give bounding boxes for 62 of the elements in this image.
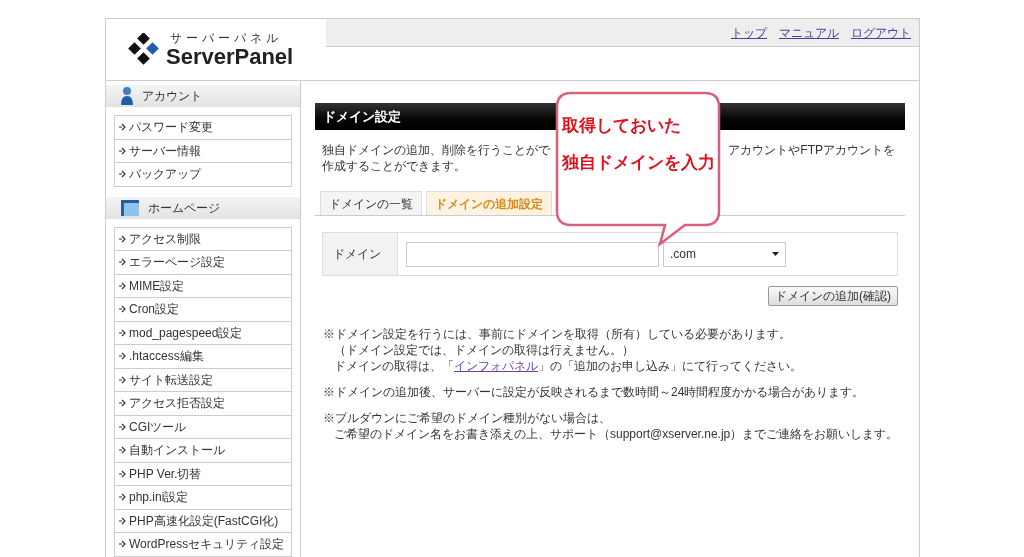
callout-text: 独自ドメインを入力 bbox=[562, 154, 716, 171]
sidebar-item[interactable]: サイト転送設定 bbox=[115, 368, 291, 392]
sidebar-item[interactable]: サーバー情報 bbox=[115, 139, 291, 163]
tab[interactable]: ドメインの一覧 bbox=[320, 191, 422, 215]
description-text: 作成することができます。 bbox=[322, 159, 466, 173]
sidebar-item[interactable]: WordPressセキュリティ設定 bbox=[115, 533, 291, 557]
logo-kana: サーバーパネル bbox=[170, 31, 283, 44]
arrow-icon bbox=[119, 146, 127, 155]
sidebar-item[interactable]: CGIツール bbox=[115, 415, 291, 439]
caret-icon bbox=[772, 252, 779, 256]
arrow-icon bbox=[119, 540, 127, 549]
note-text: ドメインの取得は、「インフォパネル」の「追加のお申し込み」にて行ってください。 bbox=[334, 359, 802, 373]
arrow-icon bbox=[119, 305, 127, 314]
info-panel-link[interactable]: インフォパネル bbox=[454, 359, 538, 373]
arrow-icon bbox=[119, 352, 127, 361]
arrow-icon bbox=[119, 446, 127, 455]
note-text: ※プルダウンにご希望のドメイン種別がない場合は、 bbox=[323, 411, 611, 425]
sidebar-item[interactable]: mod_pagespeed設定 bbox=[115, 321, 291, 345]
sidebar-item[interactable]: バックアップ bbox=[115, 163, 291, 187]
page-icon bbox=[120, 198, 140, 217]
sidebar-item[interactable]: パスワード変更 bbox=[115, 116, 291, 140]
arrow-icon bbox=[119, 516, 127, 525]
note-text: ご希望のドメイン名をお書き添えの上、サポート（support@xserver.ne.jp）までご連絡をお願いします。 bbox=[334, 427, 899, 441]
sidebar-item[interactable]: アクセス制限 bbox=[115, 227, 291, 251]
nav-link[interactable]: マニュアル bbox=[779, 23, 839, 42]
arrow-icon bbox=[119, 399, 127, 408]
sidebar-item[interactable]: Cron設定 bbox=[115, 298, 291, 322]
field-label: ドメイン bbox=[323, 233, 398, 275]
arrow-icon bbox=[119, 328, 127, 337]
note-text: ※ドメインの追加後、サーバーに設定が反映されるまで数時間～24時間程度かかる場合があります。 bbox=[323, 385, 865, 399]
sidebar-item[interactable]: MIME設定 bbox=[115, 274, 291, 298]
sidebar-item[interactable]: PHP Ver.切替 bbox=[115, 462, 291, 486]
arrow-icon bbox=[119, 422, 127, 431]
sidebar-item[interactable]: PHP高速化設定(FastCGI化) bbox=[115, 509, 291, 533]
arrow-icon bbox=[119, 170, 127, 179]
note-text: ※ドメイン設定を行うには、事前にドメインを取得（所有）している必要があります。 bbox=[323, 327, 791, 341]
logo-icon bbox=[126, 32, 160, 67]
arrow-icon bbox=[119, 234, 127, 243]
add-domain-button[interactable]: ドメインの追加(確認) bbox=[768, 286, 898, 306]
description-text: 独自ドメインの追加、削除を行うことがで bbox=[322, 142, 550, 158]
sidebar-item[interactable]: php.ini設定 bbox=[115, 486, 291, 510]
domain-input[interactable] bbox=[406, 241, 659, 267]
logo-text: ServerPanel bbox=[166, 45, 294, 68]
callout-text: 取得しておいた bbox=[562, 117, 682, 134]
sidebar-title: アカウント bbox=[142, 88, 202, 105]
arrow-icon bbox=[119, 258, 127, 267]
sidebar-item[interactable]: エラーページ設定 bbox=[115, 251, 291, 275]
arrow-icon bbox=[119, 281, 127, 290]
description-text: アカウントやFTPアカウントを bbox=[728, 142, 895, 158]
sidebar-item[interactable]: 自動インストール bbox=[115, 439, 291, 463]
sidebar-title: ホームページ bbox=[148, 199, 220, 217]
person-icon bbox=[120, 86, 134, 106]
arrow-icon bbox=[119, 123, 127, 132]
sidebar-item[interactable]: アクセス拒否設定 bbox=[115, 392, 291, 416]
sidebar-item[interactable]: .htaccess編集 bbox=[115, 345, 291, 369]
nav-link[interactable]: ログアウト bbox=[851, 23, 911, 42]
nav-link[interactable]: トップ bbox=[731, 23, 767, 42]
arrow-icon bbox=[119, 493, 127, 502]
arrow-icon bbox=[119, 469, 127, 478]
arrow-icon bbox=[119, 375, 127, 384]
tld-dropdown[interactable]: .com bbox=[663, 241, 786, 267]
note-text: （ドメイン設定では、ドメインの取得は行えません。） bbox=[334, 343, 634, 357]
